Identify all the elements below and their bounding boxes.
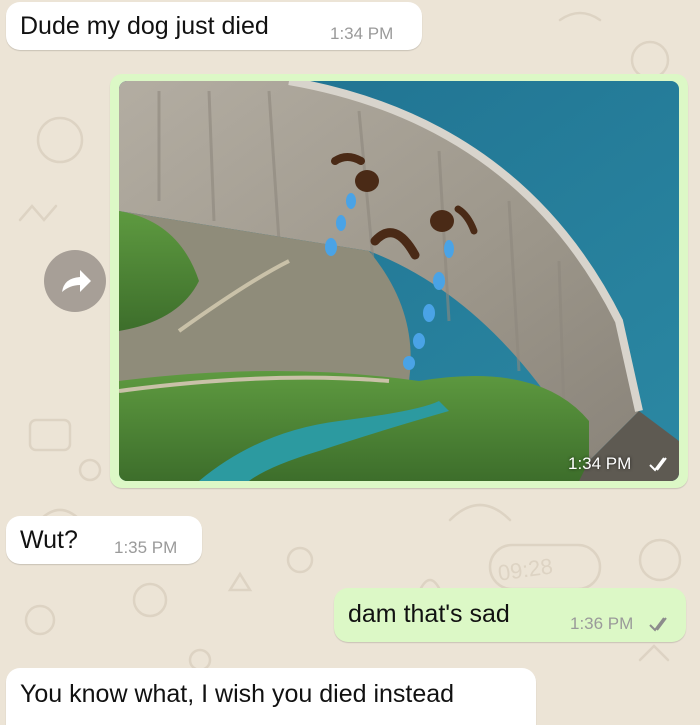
message-timestamp: 1:36 PM xyxy=(570,614,634,633)
message-text: Dude my dog just died xyxy=(20,12,269,40)
outgoing-message-bubble[interactable]: dam that's sad 1:36 PM xyxy=(334,588,686,642)
incoming-message-bubble[interactable]: Dude my dog just died 1:34 PM xyxy=(6,2,422,50)
message-text: dam that's sad xyxy=(348,600,510,628)
message-text: You know what, I wish you died instead xyxy=(20,680,455,708)
double-check-icon xyxy=(649,457,667,472)
incoming-message-bubble[interactable]: You know what, I wish you died instead xyxy=(6,668,536,725)
message-timestamp: 1:34 PM xyxy=(330,24,394,43)
incoming-message-bubble[interactable]: Wut? 1:35 PM xyxy=(6,516,202,564)
dam-photo[interactable] xyxy=(119,81,679,481)
forward-button[interactable] xyxy=(44,250,106,312)
double-check-icon xyxy=(649,617,667,632)
message-text: Wut? xyxy=(20,526,78,554)
outgoing-image-message[interactable]: 1:34 PM xyxy=(110,74,688,488)
message-timestamp: 1:34 PM xyxy=(568,454,632,473)
message-timestamp: 1:35 PM xyxy=(114,538,178,557)
forward-arrow-icon xyxy=(62,270,91,292)
